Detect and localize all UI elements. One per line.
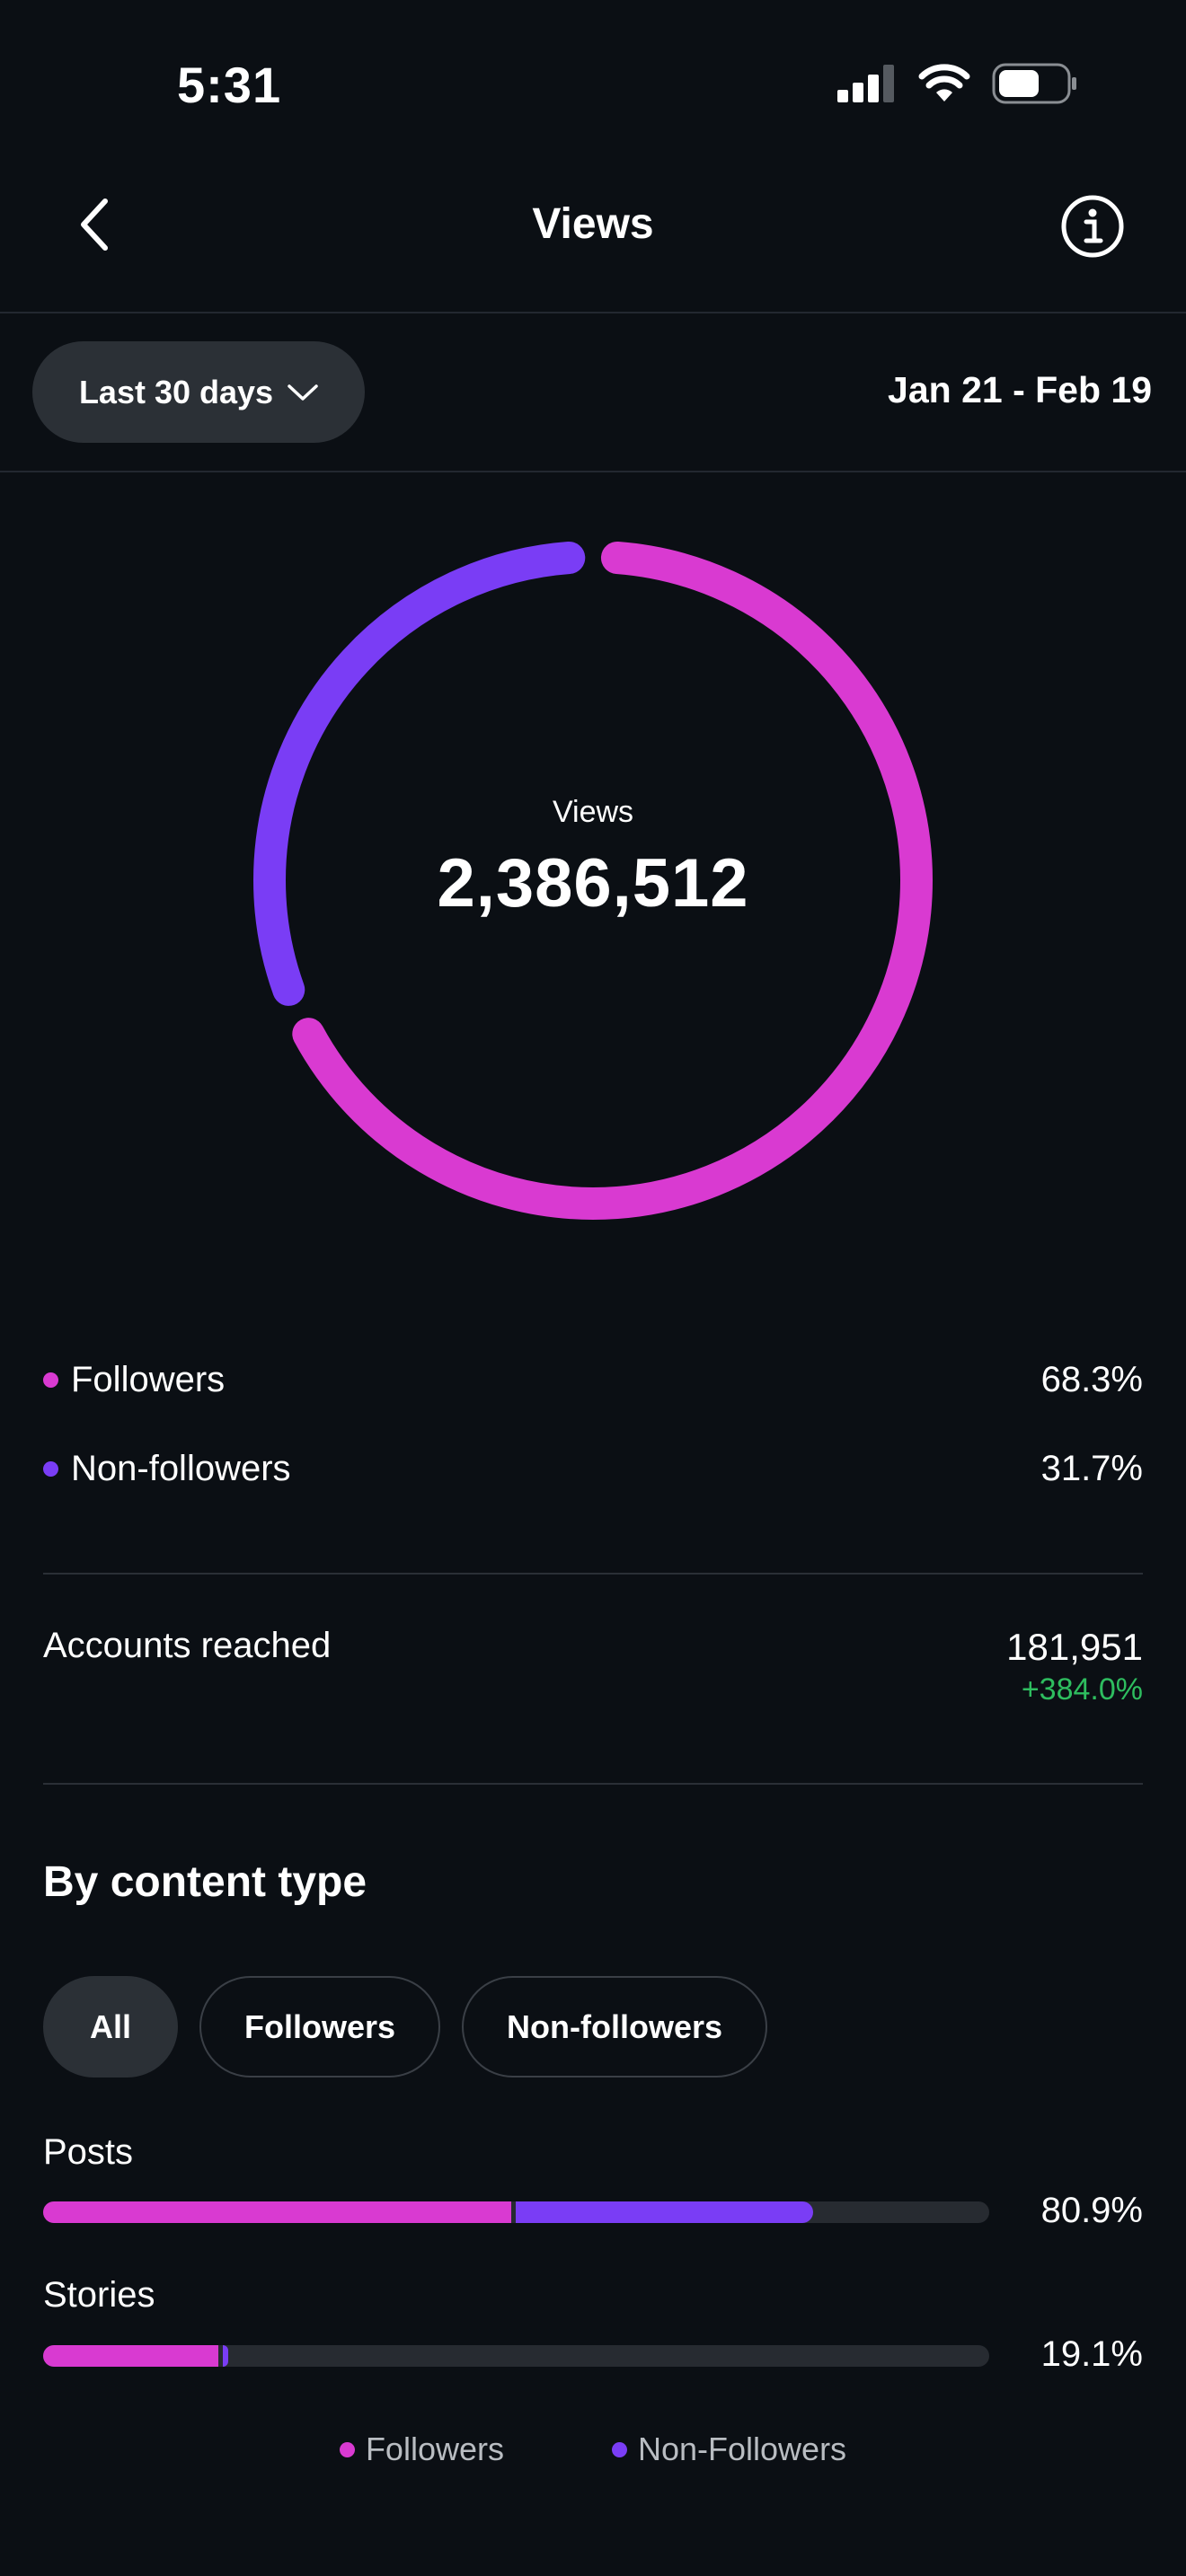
posts-followers-segment — [43, 2201, 512, 2223]
legend-row-followers: Followers 68.3% — [43, 1353, 1143, 1407]
chevron-down-icon — [288, 384, 318, 401]
header-divider — [0, 312, 1186, 313]
accounts-reached-change: +384.0% — [1021, 1672, 1143, 1707]
posts-percentage: 80.9% — [1040, 2191, 1143, 2230]
tab-non-followers[interactable]: Non-followers — [462, 1976, 768, 2078]
posts-non-followers-segment — [516, 2201, 813, 2223]
stories-bar — [43, 2345, 989, 2367]
section-divider — [43, 1783, 1143, 1785]
tab-all[interactable]: All — [43, 1976, 179, 2078]
signal-icon — [837, 65, 894, 102]
page-title: Views — [532, 200, 654, 248]
legend-item-non-followers: Non-Followers — [611, 2430, 847, 2468]
legend-label: Non-Followers — [637, 2430, 847, 2467]
filter-divider — [0, 471, 1186, 472]
stories-label: Stories — [43, 2275, 155, 2315]
stories-followers-segment — [43, 2345, 218, 2367]
non-followers-dot — [611, 2441, 627, 2457]
stories-non-followers-segment — [222, 2345, 229, 2367]
donut-label: Views — [552, 795, 634, 829]
section-divider — [43, 1573, 1143, 1575]
info-icon — [1061, 195, 1124, 258]
legend-item-followers: Followers — [339, 2430, 504, 2468]
date-range-dropdown-label: Last 30 days — [78, 373, 274, 410]
accounts-reached-label: Accounts reached — [43, 1626, 332, 1665]
battery-icon — [992, 63, 1076, 104]
legend-label: Non-followers — [71, 1448, 291, 1488]
date-range-text: Jan 21 - Feb 19 — [888, 369, 1152, 410]
accounts-reached-value: 181,951 — [1006, 1626, 1143, 1668]
status-icons — [837, 63, 1078, 104]
wifi-icon — [918, 64, 970, 101]
non-followers-dot — [43, 1460, 58, 1477]
legend-label: Followers — [71, 1359, 226, 1399]
content-type-heading: By content type — [43, 1858, 367, 1906]
legend-value: 31.7% — [1040, 1448, 1143, 1488]
donut-total-value: 2,386,512 — [437, 845, 749, 922]
info-button[interactable] — [1060, 194, 1125, 259]
posts-bar — [43, 2201, 989, 2223]
followers-dot — [339, 2441, 355, 2457]
legend-value: 68.3% — [1040, 1359, 1143, 1399]
posts-label: Posts — [43, 2132, 134, 2172]
content-type-legend: Followers Non-Followers — [0, 2430, 1186, 2468]
tab-followers[interactable]: Followers — [199, 1976, 441, 2078]
status-time: 5:31 — [177, 57, 282, 113]
legend-row-non-followers: Non-followers 31.7% — [43, 1442, 1143, 1495]
stories-percentage: 19.1% — [1040, 2334, 1143, 2374]
legend-label: Followers — [365, 2430, 504, 2467]
content-type-tabs: All Followers Non-followers — [43, 1976, 768, 2078]
date-range-dropdown[interactable]: Last 30 days — [32, 341, 365, 443]
followers-dot — [43, 1372, 58, 1388]
